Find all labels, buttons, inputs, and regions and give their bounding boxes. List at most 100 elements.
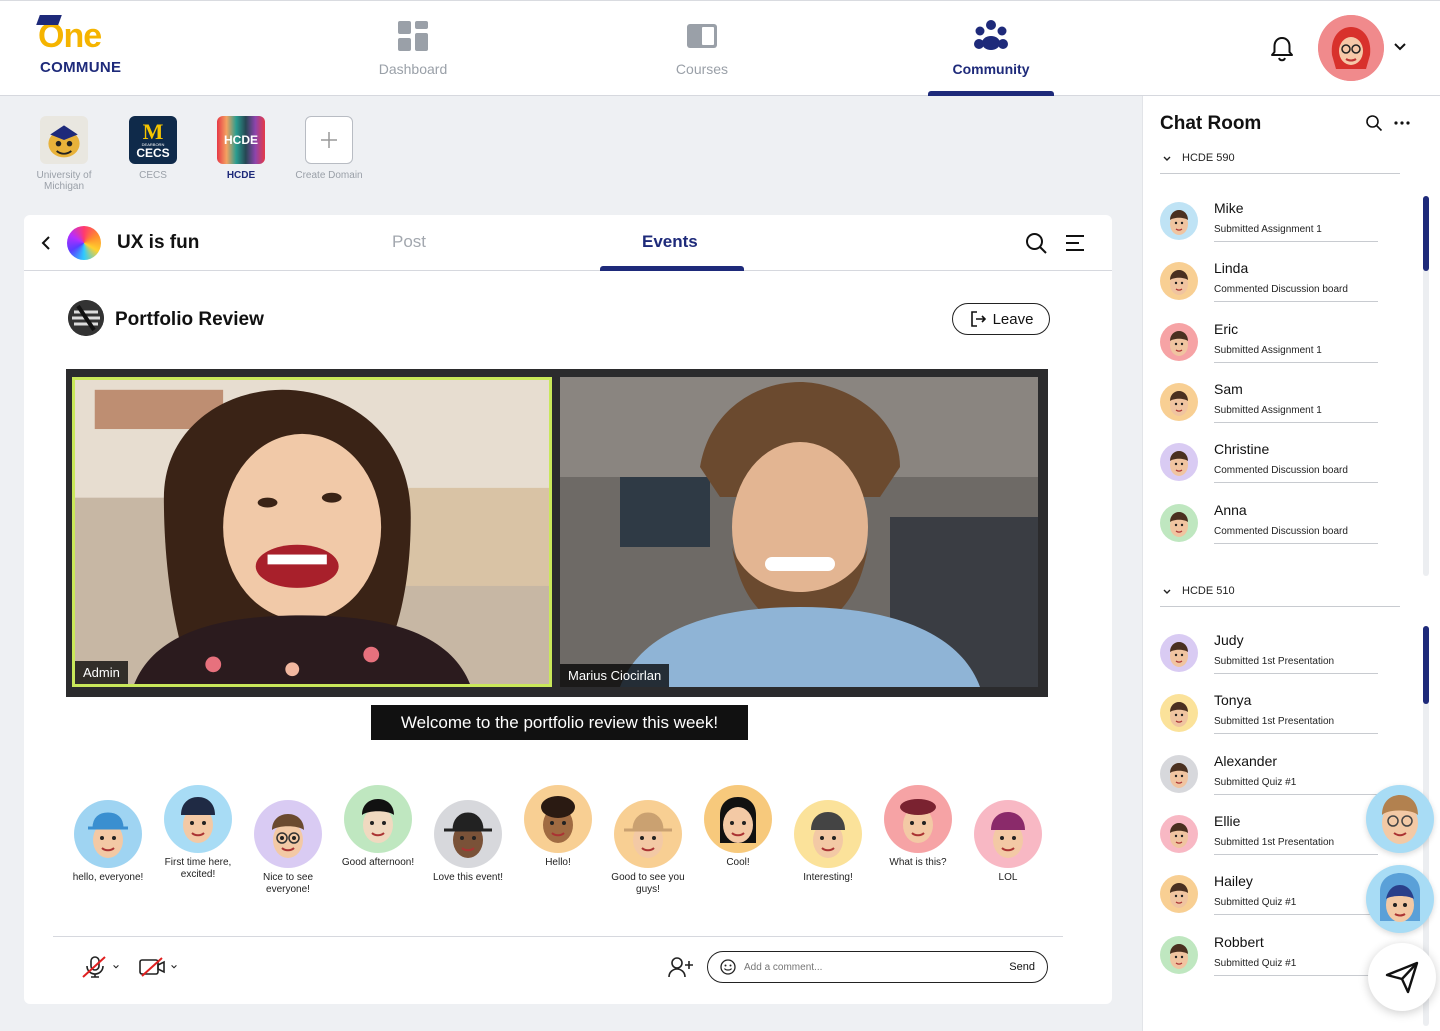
comment-input[interactable] <box>744 961 1010 973</box>
reaction-item: Interesting! <box>782 800 874 884</box>
reaction-item: Nice to see everyone! <box>242 800 334 896</box>
row-divider <box>1214 853 1378 855</box>
row-divider <box>1214 914 1378 916</box>
scrollbar-thumb[interactable] <box>1423 626 1429 704</box>
chat-member-item[interactable]: Ellie Submitted 1st Presentation <box>1160 807 1380 863</box>
emoji-icon[interactable] <box>720 959 736 975</box>
member-name: Ellie <box>1214 812 1241 829</box>
memoji-avatar <box>344 785 412 853</box>
memoji-avatar <box>434 800 502 868</box>
chevron-down-icon <box>1163 156 1171 161</box>
graduation-cap-icon <box>36 15 62 25</box>
reaction-item: Love this event! <box>422 800 514 884</box>
tab-events[interactable]: Events <box>642 232 698 252</box>
group-title: UX is fun <box>117 232 200 253</box>
member-avatar <box>1160 814 1198 853</box>
member-name: Mike <box>1214 200 1244 216</box>
chat-member-item[interactable]: Sam Submitted Assignment 1 <box>1160 375 1380 431</box>
notification-bell-icon[interactable] <box>1268 35 1296 63</box>
reaction-item: What is this? <box>872 785 964 869</box>
chevron-down-icon <box>1163 589 1171 594</box>
nav-dashboard[interactable]: Dashboard <box>358 19 468 77</box>
floating-participant-avatar[interactable] <box>1366 785 1434 853</box>
add-person-icon[interactable] <box>667 955 695 979</box>
user-avatar[interactable] <box>1318 15 1384 81</box>
nav-dashboard-label: Dashboard <box>378 61 448 77</box>
chat-member-item[interactable]: Mike Submitted Assignment 1 <box>1160 194 1380 250</box>
memoji-avatar <box>614 800 682 868</box>
reaction-text: LOL <box>998 872 1018 883</box>
domain-university-of-michigan[interactable]: University of Michigan <box>19 116 109 192</box>
member-name: Anna <box>1214 501 1247 518</box>
chat-member-item[interactable]: Robbert Submitted Quiz #1 <box>1160 928 1380 984</box>
chevron-down-icon[interactable] <box>1392 39 1408 55</box>
video-tile-admin[interactable]: Admin <box>72 377 552 687</box>
live-caption: Welcome to the portfolio review this wee… <box>371 705 748 740</box>
chat-group-label: HCDE 590 <box>1182 152 1235 164</box>
row-divider <box>1214 421 1378 423</box>
nav-courses[interactable]: Courses <box>647 19 757 77</box>
send-button[interactable]: Send <box>1009 961 1035 973</box>
member-name: Sam <box>1214 380 1243 397</box>
video-tile-marius[interactable]: Marius Ciocirlan <box>560 377 1038 687</box>
cecs-logo-text: CECS <box>136 145 170 160</box>
chat-member-item[interactable]: Hailey Submitted Quiz #1 <box>1160 867 1380 923</box>
scrollbar-thumb[interactable] <box>1423 196 1429 271</box>
back-arrow-icon[interactable] <box>38 234 54 252</box>
microphone-muted-icon <box>82 956 106 978</box>
send-message-button[interactable] <box>1368 943 1436 1011</box>
chat-group-header[interactable]: HCDE 510 <box>1160 585 1400 607</box>
row-divider <box>1214 482 1378 484</box>
exit-icon <box>970 311 986 327</box>
chat-member-item[interactable]: Alexander Submitted Quiz #1 <box>1160 747 1380 803</box>
domain-cecs[interactable]: M DEARBORN CECS CECS <box>108 116 198 181</box>
row-divider <box>1214 733 1378 735</box>
member-name: Linda <box>1214 260 1249 277</box>
member-avatar <box>1160 935 1198 974</box>
mic-toggle-button[interactable] <box>80 955 120 979</box>
more-options-icon[interactable] <box>1393 120 1411 126</box>
reaction-text: hello, everyone! <box>72 872 144 883</box>
floating-participant-avatar[interactable] <box>1366 865 1434 933</box>
chat-member-item[interactable]: Eric Submitted Assignment 1 <box>1160 315 1380 371</box>
logo-sub-text: COMMUNE <box>40 59 122 76</box>
nav-community[interactable]: Community <box>928 19 1054 96</box>
domain-create[interactable]: Create Domain <box>284 116 374 181</box>
user-avatar-image <box>1318 15 1384 81</box>
nav-community-label: Community <box>952 61 1030 77</box>
member-activity: Commented Discussion board <box>1214 284 1348 296</box>
wolverine-logo-icon <box>40 116 88 164</box>
scrollbar-group-1[interactable] <box>1423 196 1429 576</box>
hcde-logo-icon: HCDE <box>217 116 265 164</box>
tab-post[interactable]: Post <box>392 232 426 252</box>
chat-member-item[interactable]: Judy Submitted 1st Presentation <box>1160 626 1380 682</box>
search-icon[interactable] <box>1024 231 1048 255</box>
onecommune-logo[interactable]: One COMMUNE <box>36 15 138 81</box>
reaction-item: Hello! <box>512 785 604 869</box>
member-activity: Submitted Assignment 1 <box>1214 404 1322 416</box>
chat-member-item[interactable]: Christine Commented Discussion board <box>1160 435 1380 491</box>
search-icon[interactable] <box>1365 114 1383 132</box>
member-name: Christine <box>1214 441 1270 458</box>
reaction-item: Good afternoon! <box>332 785 424 869</box>
leave-button[interactable]: Leave <box>952 303 1050 335</box>
reaction-text: What is this? <box>889 857 947 868</box>
member-name: Hailey <box>1214 873 1253 890</box>
reaction-item: hello, everyone! <box>62 800 154 884</box>
chat-group-header[interactable]: HCDE 590 <box>1160 152 1400 174</box>
reaction-text: Nice to see everyone! <box>262 872 314 895</box>
member-avatar <box>1160 382 1198 421</box>
member-activity: Submitted Quiz #1 <box>1214 776 1297 788</box>
chat-member-item[interactable]: Anna Commented Discussion board <box>1160 496 1380 552</box>
domain-label: HCDE <box>226 170 256 181</box>
chat-member-item[interactable]: Linda Commented Discussion board <box>1160 254 1380 310</box>
camera-toggle-button[interactable] <box>138 955 178 979</box>
memoji-avatar <box>704 785 772 853</box>
row-divider <box>1214 974 1378 976</box>
chat-member-item[interactable]: Tonya Submitted 1st Presentation <box>1160 686 1380 742</box>
member-activity: Submitted 1st Presentation <box>1214 836 1335 848</box>
member-name: Judy <box>1214 632 1244 648</box>
domain-hcde[interactable]: HCDE HCDE <box>196 116 286 181</box>
event-icon <box>68 300 104 336</box>
menu-icon[interactable] <box>1064 233 1086 253</box>
